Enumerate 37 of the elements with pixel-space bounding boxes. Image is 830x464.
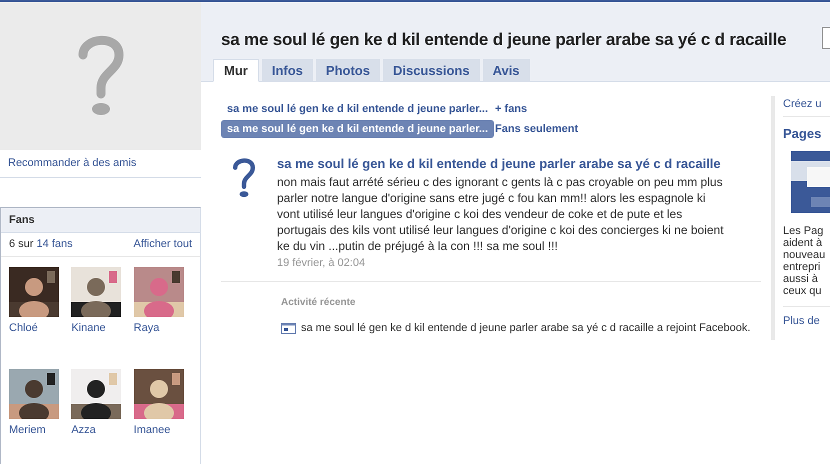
filter-suffix-link[interactable]: Fans seulement [495, 120, 578, 138]
fans-title: Fans [9, 214, 35, 226]
filter-suffix-link[interactable]: + fans [495, 100, 528, 118]
post-author[interactable]: sa me soul lé gen ke d kil entende d jeune parler arabe sa yé c d racaille [277, 154, 727, 174]
fan-name-link[interactable]: Raya [134, 320, 183, 336]
page-title: sa me soul lé gen ke d kil entende d jeune parler arabe sa yé c d racaille [221, 30, 786, 50]
post-text: non mais faut arrété sérieu c des ignorant c gents là c pas croyable on peu mm plus parler notre langue d'origine sans etre jugé c fou kan mm!! alors les espagnole ki vont utilisé leur langues d'origine c koi des vendeur de coke et de pute et les portugais des kils vont utilisé leur langues d'origine c koi des concierges ki ne boient ke du vin ...putin de préjugé à la con !!! sa me soul !!! [277, 174, 725, 254]
filter-link[interactable]: sa me soul lé gen ke d kil entende d jeune parler... [221, 100, 494, 118]
create-link[interactable]: Créez u [783, 98, 822, 110]
see-all-link[interactable]: Afficher tout [134, 236, 192, 252]
pages-description-line: nouveau [783, 249, 826, 261]
tab[interactable]: Mur [213, 59, 259, 82]
window-icon [281, 322, 296, 334]
fans-count: 6 sur [9, 238, 34, 250]
pages-description-line: Les Pag [783, 225, 824, 237]
recent-activity-title: Activité récente [281, 296, 356, 310]
header-button[interactable] [822, 27, 830, 49]
recommend-link[interactable]: Recommander à des amis [8, 157, 136, 169]
more-link[interactable]: Plus de [783, 315, 820, 327]
pages-heading: Pages [783, 124, 822, 143]
pages-description-line: aident à [783, 237, 824, 249]
filter-link[interactable]: sa me soul lé gen ke d kil entende d jeune parler... [221, 120, 494, 138]
fan-name-link[interactable]: Meriem [9, 422, 58, 438]
pages-description-line: ceux qu [783, 285, 823, 297]
fan-name-link[interactable]: Azza [71, 422, 121, 438]
tab[interactable]: Infos [262, 59, 313, 82]
pages-description-line: aussi à [783, 273, 819, 285]
fan-name-link[interactable]: Kinane [71, 320, 121, 336]
fan-name-link[interactable]: Imanee [134, 422, 183, 438]
tab[interactable]: Avis [482, 59, 530, 82]
fans-count-link[interactable]: 14 fans [36, 238, 73, 250]
post-time: 19 février, à 02:04 [277, 256, 366, 270]
tab[interactable]: Discussions [382, 59, 480, 82]
pages-description-line: entrepri [783, 261, 822, 273]
tab[interactable]: Photos [316, 59, 380, 82]
fan-name-link[interactable]: Chloé [9, 320, 58, 336]
activity-text: sa me soul lé gen ke d kil entende d jeune parler arabe sa yé c d racaille a rejoint Facebook. [301, 321, 750, 336]
